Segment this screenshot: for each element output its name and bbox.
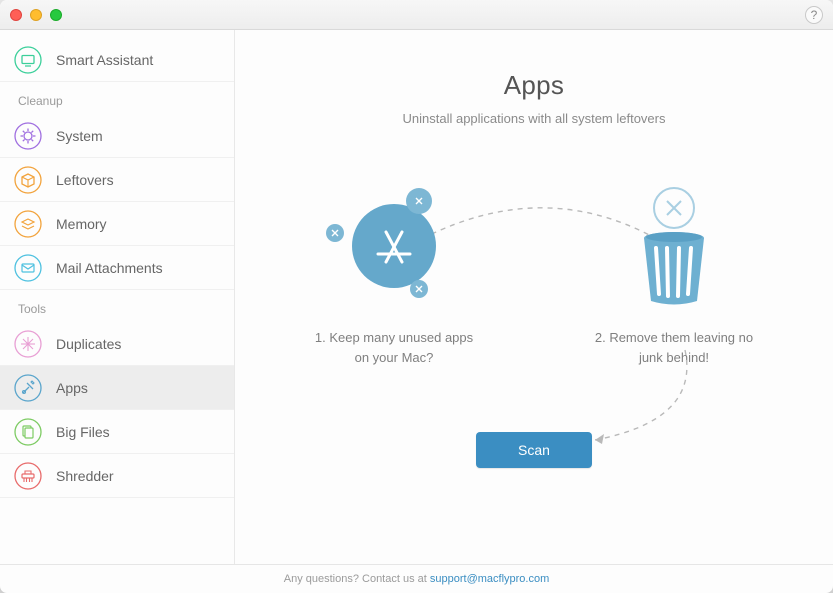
minimize-window-button[interactable] bbox=[30, 9, 42, 21]
gear-icon bbox=[14, 122, 42, 150]
files-icon bbox=[14, 418, 42, 446]
snowflake-icon bbox=[14, 330, 42, 358]
trash-icon bbox=[619, 186, 729, 306]
scan-button[interactable]: Scan bbox=[476, 432, 592, 468]
sidebar-item-label: Shredder bbox=[56, 468, 114, 484]
apps-illustration bbox=[334, 186, 454, 306]
trash-illustration bbox=[614, 186, 734, 306]
step2-column: 2. Remove them leaving no junk behind! bbox=[594, 186, 754, 367]
app-window: ? Smart Assistant Cleanup System bbox=[0, 0, 833, 593]
sidebar-item-system[interactable]: System bbox=[0, 114, 234, 158]
sidebar-item-label: Big Files bbox=[56, 424, 110, 440]
sidebar-item-label: Leftovers bbox=[56, 172, 114, 188]
sidebar-item-label: Duplicates bbox=[56, 336, 121, 352]
help-button[interactable]: ? bbox=[805, 6, 823, 24]
layers-icon bbox=[14, 210, 42, 238]
sidebar-item-duplicates[interactable]: Duplicates bbox=[0, 322, 234, 366]
sidebar-item-leftovers[interactable]: Leftovers bbox=[0, 158, 234, 202]
sidebar: Smart Assistant Cleanup System Leftovers bbox=[0, 30, 235, 564]
x-badge-icon bbox=[406, 188, 432, 214]
tools-icon bbox=[14, 374, 42, 402]
sidebar-item-big-files[interactable]: Big Files bbox=[0, 410, 234, 454]
footer: Any questions? Contact us at support@mac… bbox=[0, 564, 833, 593]
step2-caption: 2. Remove them leaving no junk behind! bbox=[594, 328, 754, 367]
sidebar-item-label: Memory bbox=[56, 216, 107, 232]
sidebar-item-smart-assistant[interactable]: Smart Assistant bbox=[0, 38, 234, 82]
sidebar-item-mail-attachments[interactable]: Mail Attachments bbox=[0, 246, 234, 290]
main-content: Apps Uninstall applications with all sys… bbox=[235, 30, 833, 564]
sidebar-item-apps[interactable]: Apps bbox=[0, 366, 234, 410]
shredder-icon bbox=[14, 462, 42, 490]
envelope-icon bbox=[14, 254, 42, 282]
close-window-button[interactable] bbox=[10, 9, 22, 21]
sidebar-item-memory[interactable]: Memory bbox=[0, 202, 234, 246]
section-label-tools: Tools bbox=[0, 290, 234, 322]
maximize-window-button[interactable] bbox=[50, 9, 62, 21]
x-badge-icon bbox=[410, 280, 428, 298]
sidebar-item-label: Apps bbox=[56, 380, 88, 396]
section-label-cleanup: Cleanup bbox=[0, 82, 234, 114]
monitor-icon bbox=[14, 46, 42, 74]
titlebar: ? bbox=[0, 0, 833, 30]
sidebar-item-shredder[interactable]: Shredder bbox=[0, 454, 234, 498]
footer-text: Any questions? Contact us at bbox=[284, 573, 430, 585]
traffic-lights bbox=[10, 9, 62, 21]
appstore-icon bbox=[352, 204, 436, 288]
x-badge-icon bbox=[326, 224, 344, 242]
support-email-link[interactable]: support@macflypro.com bbox=[430, 573, 549, 585]
page-subtitle: Uninstall applications with all system l… bbox=[403, 111, 666, 126]
page-title: Apps bbox=[504, 70, 564, 101]
box-icon bbox=[14, 166, 42, 194]
sidebar-item-label: Mail Attachments bbox=[56, 260, 163, 276]
sidebar-item-label: System bbox=[56, 128, 103, 144]
step1-caption: 1. Keep many unused apps on your Mac? bbox=[314, 328, 474, 367]
sidebar-item-label: Smart Assistant bbox=[56, 52, 153, 68]
step1-column: 1. Keep many unused apps on your Mac? bbox=[314, 186, 474, 367]
